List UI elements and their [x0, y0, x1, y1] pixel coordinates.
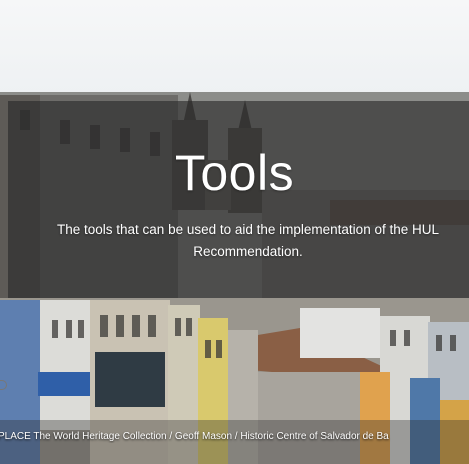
slide-description-line-1: The tools that can be used to aid the im…: [57, 222, 439, 237]
slide-frame: Tools The tools that can be used to aid …: [0, 0, 469, 464]
slide-title: Tools: [174, 145, 295, 201]
slide-description: The tools that can be used to aid the im…: [12, 219, 469, 263]
photo-credit-caption: PLACE The World Heritage Collection / Ge…: [0, 431, 389, 442]
slide-description-line-2: Recommendation.: [193, 244, 303, 259]
